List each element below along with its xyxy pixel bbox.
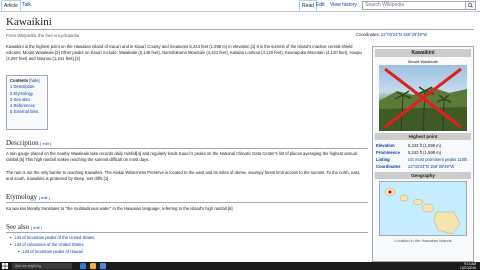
list-item[interactable]: List of mountain peaks of the United Sta… [10,234,94,241]
hawaii-map-image [384,187,461,235]
taskbar-search-input[interactable]: Ask me anything [12,263,72,269]
infobox-row-label[interactable]: Listing [376,156,408,163]
taskbar-clock[interactable]: 9:13 AM 10/21/2016 [460,262,476,270]
toc-item-external-links[interactable]: 5 External links [10,109,44,115]
description-heading: Description [6,139,39,147]
description-edit-link[interactable]: [ edit ] [40,141,51,146]
infobox-photo[interactable] [379,65,467,131]
infobox-row-label[interactable]: Prominence [376,149,408,156]
infobox-row: Elevation 5,243 ft (1,598 m) [373,142,473,149]
toc-title: Contents [10,78,29,83]
search-icon [468,3,473,8]
search-input[interactable]: Search Wikipedia [362,1,466,10]
location-map[interactable] [379,181,467,236]
etymology-heading: Etymology [6,193,38,201]
table-of-contents: Contents [hide] 1 Description 2 Etymolog… [6,75,48,130]
infobox: Kawaikini Mount Waialeale Highest point … [372,46,474,262]
os-taskbar: Ask me anything 9:13 AM 10/21/2016 [0,262,480,270]
edge-browser-icon[interactable] [80,263,86,269]
see-also-list: List of mountain peaks of the United Sta… [10,234,94,255]
etymology-paragraph: Ka wai kini literally translates to "the… [6,206,233,211]
page-coordinates: Coordinates: 22°03′24″N 159°29′49″W [356,32,427,37]
windows-start-icon[interactable] [2,263,8,269]
store-icon[interactable] [100,263,106,269]
tab-article[interactable]: Article [1,0,21,11]
infobox-photo-caption: Mount Waialeale [408,59,438,64]
file-explorer-icon[interactable] [90,263,96,269]
infobox-row: Prominence 5,243 ft (1,598 m) [373,149,473,156]
section-heading-see-also: See also [ edit ] [6,223,42,232]
search-button[interactable] [466,1,476,10]
infobox-row: Coordinates 22°03′24″N 159°29′49″W [373,163,473,170]
taskbar-date: 10/21/2016 [460,266,476,270]
infobox-section-geography: Geography [375,172,471,179]
section-divider [6,202,368,203]
tab-talk[interactable]: Talk [20,0,33,11]
infobox-row-label[interactable]: Coordinates [376,163,408,170]
top-navigation-bar: Article Talk Read Edit View history Sear… [0,0,480,12]
coordinates-label: Coordinates: [356,32,380,37]
infobox-row-value: 5,243 ft (1,598 m) [408,150,442,155]
toc-hide-link[interactable]: [hide] [29,78,39,83]
section-divider [6,148,368,149]
description-paragraph-1: A rain gauge placed on the nearby Waiale… [6,151,357,163]
infobox-row-value: 5,243 ft (1,598 m) [408,143,442,148]
list-item[interactable]: List of mountain peaks of Hawaii [18,248,94,255]
infobox-title: Kawaikini [375,49,471,57]
section-heading-description: Description [ edit ] [6,139,51,148]
title-divider [6,29,474,30]
infobox-row-value[interactable]: 22°03′24″N 159°29′49″W [408,163,470,170]
page-subtitle: From Wikipedia, the free encyclopedia [6,33,80,38]
infobox-section-highest-point: Highest point [375,133,471,140]
infobox-row: Listing US most prominent peaks 110th [373,156,473,163]
location-marker-icon [388,190,392,194]
page-title: Kawaikini [6,16,52,28]
intro-paragraph: Kawaikini is the highest point on the Ha… [6,44,362,62]
etymology-edit-link[interactable]: [ edit ] [39,195,50,200]
section-divider [6,232,368,233]
see-also-heading: See also [6,223,30,231]
section-heading-etymology: Etymology [ edit ] [6,193,50,202]
description-paragraph-2: The rain is not the only barrier to reac… [6,170,361,182]
mountain-photo-image [379,67,467,131]
coordinates-link[interactable]: 22°03′24″N 159°29′49″W [381,32,427,37]
tab-view-history[interactable]: View history [328,0,359,11]
infobox-row-label[interactable]: Elevation [376,142,408,149]
tab-edit[interactable]: Edit [314,0,327,11]
infobox-row-value[interactable]: US most prominent peaks 110th [408,156,470,163]
infobox-map-caption: Location in the Hawaiian Islands [394,238,452,243]
see-also-edit-link[interactable]: [ edit ] [31,225,42,230]
list-item[interactable]: List of volcanoes of the United States [10,241,94,248]
